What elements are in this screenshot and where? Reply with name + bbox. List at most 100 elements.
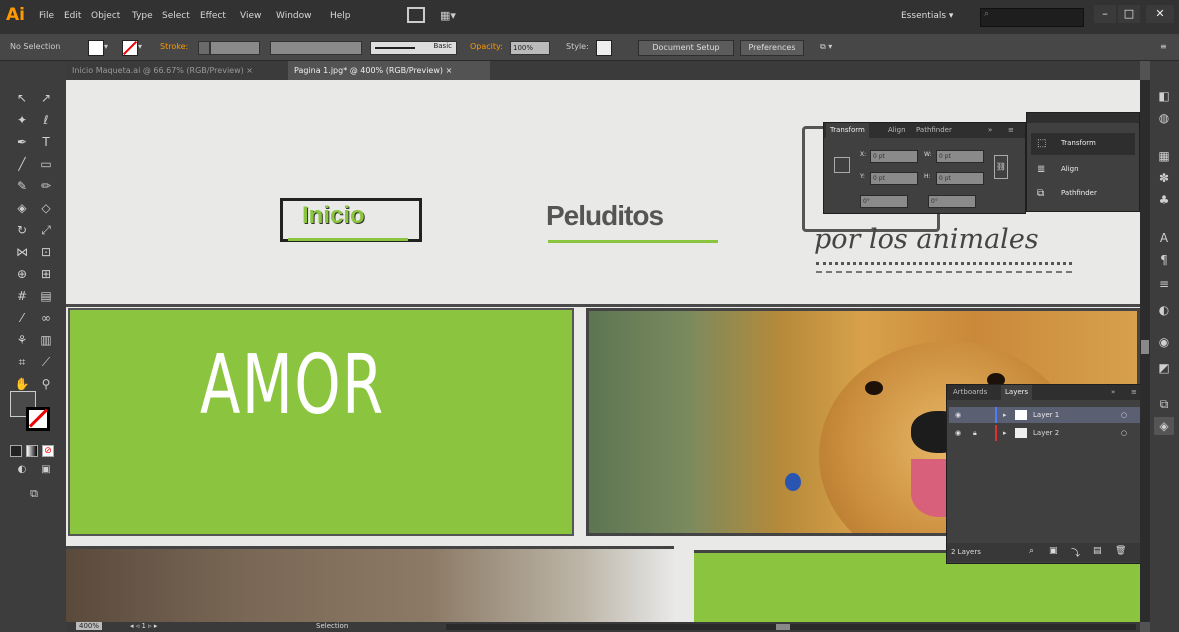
paintbrush-tool-icon[interactable]: ✎ [12, 177, 32, 195]
none-mode-icon[interactable]: ⊘ [42, 445, 54, 457]
tab-inicio-maqueta[interactable]: Inicio Maqueta.ai @ 66.67% (RGB/Preview)… [66, 61, 288, 80]
menu-effect[interactable]: Effect [200, 11, 226, 21]
constrain-link-icon[interactable]: ⛓ [994, 155, 1008, 179]
layer-row[interactable]: ◉ ▸ Layer 1 ○ [949, 407, 1142, 423]
shear-input[interactable]: 0° [928, 195, 976, 208]
layers-panel-icon[interactable]: ◈ [1154, 417, 1174, 435]
help-search-input[interactable]: ⌕ [980, 8, 1084, 27]
menu-window[interactable]: Window [276, 11, 312, 21]
graphic-style-swatch[interactable] [596, 40, 612, 56]
swatches-icon[interactable]: ▦ [1154, 147, 1174, 165]
menu-file[interactable]: File [39, 11, 54, 21]
stroke-dropdown[interactable]: ▾ [138, 42, 142, 51]
menu-edit[interactable]: Edit [64, 11, 81, 21]
menu-view[interactable]: View [240, 11, 261, 21]
panel-collapse-icon[interactable]: » [1107, 385, 1119, 400]
free-transform-icon[interactable]: ⊡ [36, 243, 56, 261]
paragraph-icon[interactable]: ¶ [1154, 251, 1174, 269]
symbols-icon[interactable]: ♣ [1154, 191, 1174, 209]
layer-name[interactable]: Layer 1 [1033, 407, 1059, 423]
stroke-color-box[interactable] [26, 407, 50, 431]
opacity-label[interactable]: Opacity: [470, 42, 503, 51]
tab-close-icon[interactable]: × [446, 66, 453, 75]
w-input[interactable]: 0 pt [936, 150, 984, 163]
brush-definition[interactable]: Basic [370, 41, 457, 55]
slice-tool-icon[interactable]: ⟋ [36, 353, 56, 371]
menu-type[interactable]: Type [132, 11, 153, 21]
tab-align[interactable]: Align [884, 123, 910, 138]
perspective-grid-icon[interactable]: ⊞ [36, 265, 56, 283]
restore-button[interactable]: □ [1118, 5, 1140, 23]
symbol-sprayer-icon[interactable]: ⚘ [12, 331, 32, 349]
new-sublayer-icon[interactable]: ⤵ [1071, 546, 1080, 559]
clipping-mask-icon[interactable]: ▣ [1049, 546, 1058, 556]
expand-arrow-icon[interactable]: ▸ [1003, 425, 1007, 441]
color-guide-icon[interactable]: ◍ [1154, 109, 1174, 127]
stroke-panel-icon[interactable]: ≡ [1154, 275, 1174, 293]
tab-pathfinder[interactable]: Pathfinder [912, 123, 956, 138]
bridge-icon[interactable] [407, 7, 425, 23]
color-panel-icon[interactable]: ◧ [1154, 87, 1174, 105]
zoom-tool-icon[interactable]: ⚲ [36, 375, 56, 393]
rectangle-tool-icon[interactable]: ▭ [36, 155, 56, 173]
arrange-documents-icon[interactable]: ▦▾ [440, 9, 456, 22]
gradient-tool-icon[interactable]: ▤ [36, 287, 56, 305]
vertical-scrollbar[interactable] [1140, 80, 1150, 622]
zoom-level[interactable]: 400% [76, 622, 103, 630]
tab-pagina-1[interactable]: Pagina 1.jpg* @ 400% (RGB/Preview) × [288, 61, 490, 80]
visibility-eye-icon[interactable]: ◉ [955, 425, 961, 441]
stroke-weight-stepper[interactable] [198, 41, 210, 55]
panel-menu-icon[interactable]: ≡ [1004, 123, 1018, 138]
delete-layer-icon[interactable]: 🗑︎ [1115, 546, 1126, 556]
artboards-panel-icon[interactable]: ⧉ [1154, 395, 1174, 413]
shape-builder-icon[interactable]: ⊕ [12, 265, 32, 283]
layer-row[interactable]: ◉ 🔒︎ ▸ Layer 2 ○ [949, 425, 1142, 441]
stroke-weight-input[interactable] [210, 41, 260, 55]
preferences-button[interactable]: Preferences [740, 40, 804, 56]
gradient-mode-icon[interactable] [26, 445, 38, 457]
eyedropper-icon[interactable]: ⁄ [12, 309, 32, 327]
scroll-thumb[interactable] [776, 624, 790, 630]
reference-point-icon[interactable] [834, 157, 850, 173]
expand-arrow-icon[interactable]: ▸ [1003, 407, 1007, 423]
fill-swatch[interactable] [88, 40, 104, 56]
workspace-switcher[interactable]: Essentials ▾ [901, 11, 953, 21]
dock-item-transform[interactable]: ⬚ Transform [1031, 133, 1135, 155]
rotate-input[interactable]: 0° [860, 195, 908, 208]
lock-icon[interactable]: 🔒︎ [973, 425, 977, 441]
blend-tool-icon[interactable]: ∞ [36, 309, 56, 327]
artboard-nav[interactable]: ◂ ◃ 1 ▹ ▸ [130, 622, 157, 630]
draw-mode-icon[interactable]: ◐ [12, 461, 32, 479]
dock-item-pathfinder[interactable]: ⧉ Pathfinder [1031, 183, 1135, 205]
layer-name[interactable]: Layer 2 [1033, 425, 1059, 441]
tab-transform[interactable]: Transform [826, 123, 869, 138]
scroll-thumb[interactable] [1141, 340, 1149, 354]
x-input[interactable]: 0 pt [870, 150, 918, 163]
panel-collapse-icon[interactable]: » [984, 123, 996, 138]
brushes-icon[interactable]: ✽ [1154, 169, 1174, 187]
tab-layers[interactable]: Layers [1001, 385, 1033, 400]
line-tool-icon[interactable]: ╱ [12, 155, 32, 173]
blob-brush-icon[interactable]: ◈ [12, 199, 32, 217]
target-circle-icon[interactable]: ○ [1121, 425, 1127, 441]
pencil-tool-icon[interactable]: ✏ [36, 177, 56, 195]
menu-help[interactable]: Help [330, 11, 351, 21]
character-icon[interactable]: A [1154, 229, 1174, 247]
stroke-swatch[interactable] [122, 40, 138, 56]
transparency-icon[interactable]: ◩ [1154, 359, 1174, 377]
document-setup-button[interactable]: Document Setup [638, 40, 734, 56]
arrange-icon[interactable]: ⧉ ▾ [820, 42, 832, 52]
h-input[interactable]: 0 pt [936, 172, 984, 185]
selection-tool-icon[interactable]: ↖ [12, 89, 32, 107]
horizontal-scrollbar[interactable] [446, 624, 1136, 630]
menu-object[interactable]: Object [91, 11, 120, 21]
opacity-input[interactable]: 100% [510, 41, 550, 55]
close-button[interactable]: ✕ [1146, 5, 1174, 23]
eraser-tool-icon[interactable]: ◇ [36, 199, 56, 217]
panel-menu-icon[interactable]: ≡ [1127, 385, 1141, 400]
appearance-icon[interactable]: ◐ [1154, 301, 1174, 319]
rotate-tool-icon[interactable]: ↻ [12, 221, 32, 239]
stroke-label[interactable]: Stroke: [160, 42, 188, 51]
panel-menu-icon[interactable]: ≡ [1160, 42, 1167, 51]
magic-wand-icon[interactable]: ✦ [12, 111, 32, 129]
